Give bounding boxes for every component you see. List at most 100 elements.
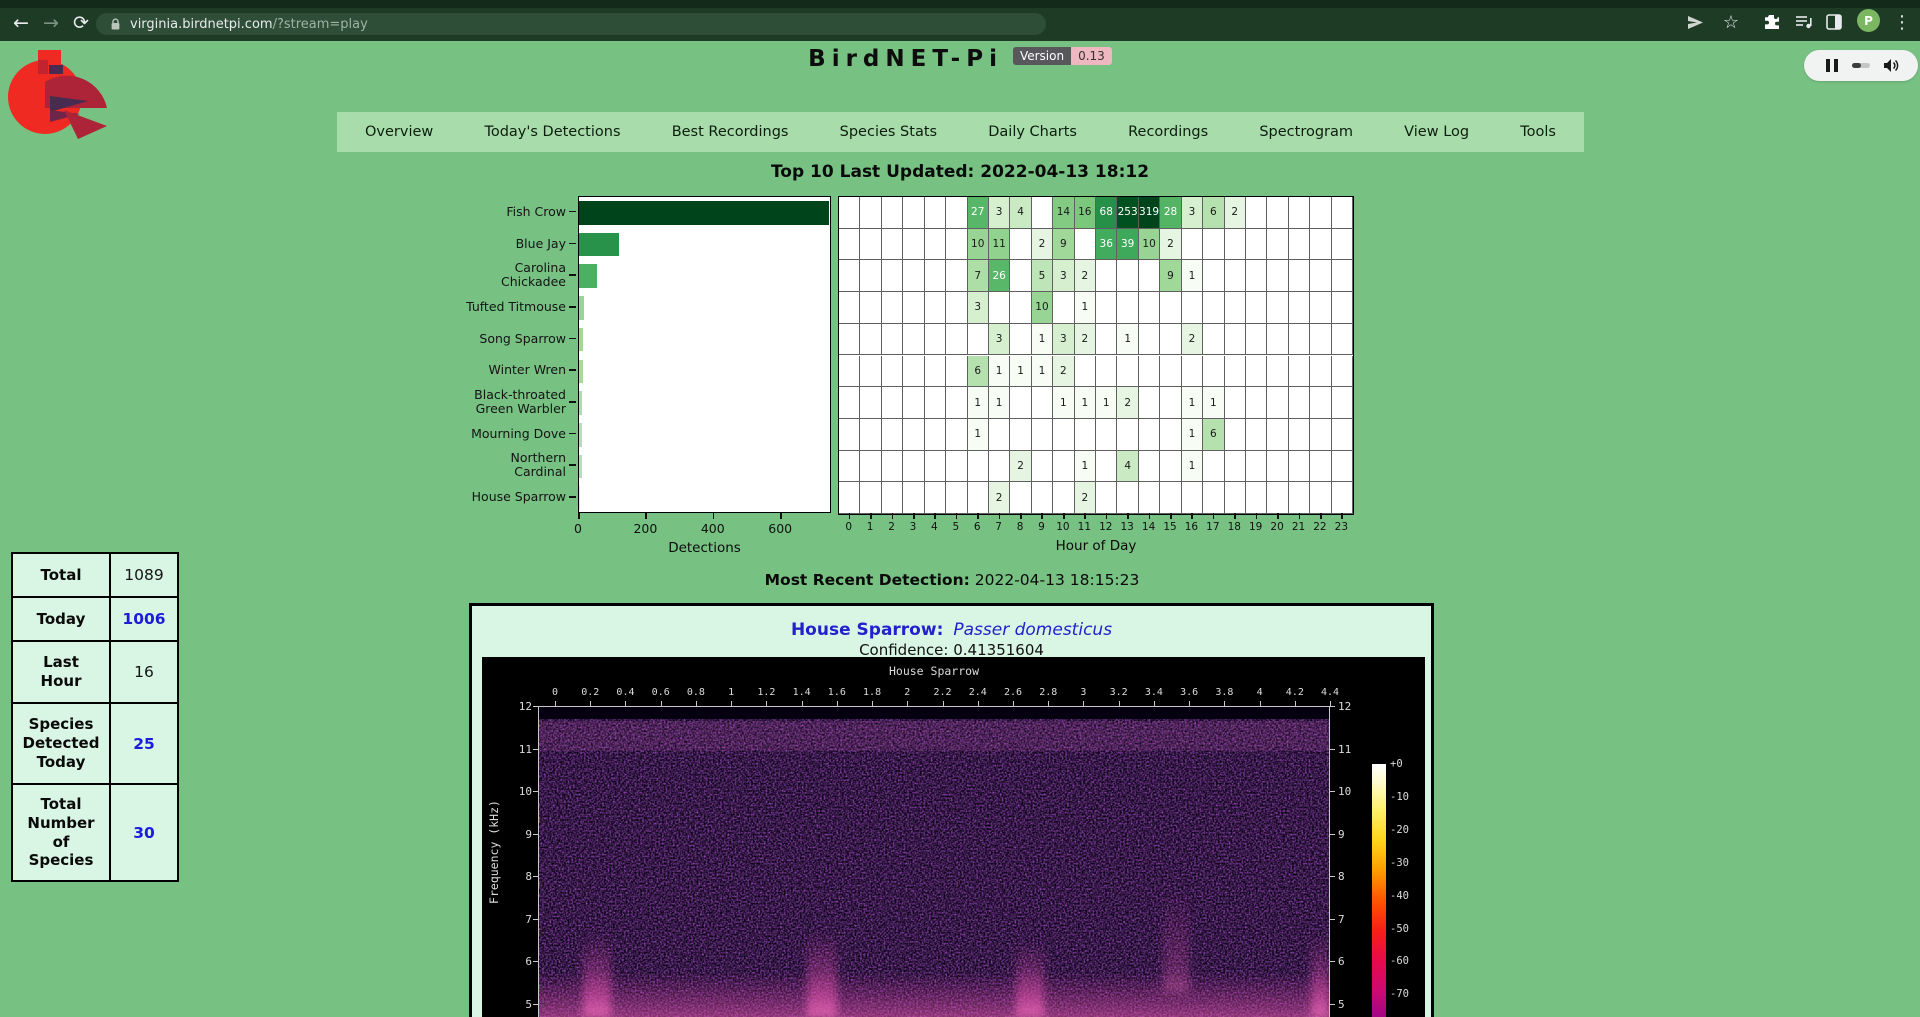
species-label: NorthernCardinal <box>460 451 566 479</box>
spec-time-label: 2.6 <box>996 687 1030 698</box>
browser-forward-button[interactable]: → <box>38 10 64 36</box>
heatmap-cell: 1 <box>1075 292 1096 324</box>
heatmap-cell: 3 <box>989 324 1010 356</box>
heatmap-cell <box>925 482 946 514</box>
spec-time-tick <box>1224 701 1225 706</box>
spec-freq-tick <box>1329 961 1335 962</box>
spec-time-label: 4.2 <box>1278 687 1312 698</box>
stats-value-link[interactable]: 1006 <box>110 597 178 641</box>
heatmap-cell <box>1267 387 1288 419</box>
heatmap-cell: 68 <box>1096 197 1117 229</box>
hour-tick <box>977 513 979 519</box>
nav-item-species-stats[interactable]: Species Stats <box>840 124 937 140</box>
heatmap-cell <box>1096 482 1117 514</box>
spec-freq-label-left: 11 <box>512 743 532 756</box>
browser-menu-icon[interactable]: ⋮ <box>1890 10 1914 34</box>
heatmap-cell: 1 <box>1182 387 1203 419</box>
playlist-icon[interactable] <box>1792 10 1816 34</box>
nav-item-best-recordings[interactable]: Best Recordings <box>672 124 789 140</box>
spec-freq-label-right: 11 <box>1338 743 1351 756</box>
heatmap-cell <box>860 229 881 261</box>
detections-bar <box>579 455 582 479</box>
detections-bar-plot <box>578 196 831 513</box>
bar-xaxis-label: Detections <box>645 540 765 556</box>
nav-item-today-s-detections[interactable]: Today's Detections <box>484 124 620 140</box>
heatmap-cell <box>882 197 903 229</box>
hour-tick <box>892 513 894 519</box>
hour-tick-label: 17 <box>1203 521 1223 533</box>
nav-item-recordings[interactable]: Recordings <box>1128 124 1208 140</box>
heatmap-cell <box>839 229 860 261</box>
heatmap-cell <box>1225 419 1246 451</box>
detections-bar <box>579 296 584 320</box>
heatmap-cell: 11 <box>989 229 1010 261</box>
spec-time-label: 0 <box>538 687 572 698</box>
spec-freq-tick <box>1329 749 1335 750</box>
heatmap-cell: 3 <box>1053 260 1074 292</box>
heatmap-cell <box>903 419 924 451</box>
stats-label: SpeciesDetectedToday <box>12 703 110 784</box>
heatmap-cell: 1 <box>1075 451 1096 483</box>
stats-value-link[interactable]: 25 <box>110 703 178 784</box>
spec-time-tick <box>1048 701 1049 706</box>
hour-tick-label: 7 <box>989 521 1009 533</box>
nav-item-spectrogram[interactable]: Spectrogram <box>1259 124 1353 140</box>
heatmap-cell <box>925 451 946 483</box>
address-bar[interactable]: virginia.birdnetpi.com/?stream=play <box>96 13 1046 35</box>
spec-time-tick <box>1154 701 1155 706</box>
heatmap-cell <box>1332 451 1353 483</box>
heatmap-cell <box>1225 324 1246 356</box>
hour-tick-label: 3 <box>903 521 923 533</box>
heatmap-cell <box>903 292 924 324</box>
heatmap-cell <box>1246 260 1267 292</box>
detections-bar <box>579 233 619 257</box>
hour-tick <box>1020 513 1022 519</box>
stats-row: LastHour16 <box>12 641 178 703</box>
heatmap-cell <box>1310 229 1331 261</box>
detections-bar <box>579 328 583 352</box>
hour-tick-label: 13 <box>1117 521 1137 533</box>
heatmap-cell <box>1289 229 1310 261</box>
hour-tick-label: 4 <box>924 521 944 533</box>
heatmap-cell <box>1332 356 1353 388</box>
hour-tick <box>999 513 1001 519</box>
nav-item-overview[interactable]: Overview <box>365 124 433 140</box>
send-icon[interactable] <box>1683 10 1707 34</box>
extensions-puzzle-icon[interactable] <box>1760 10 1784 34</box>
spectrogram-title: House Sparrow <box>538 664 1330 678</box>
profile-avatar[interactable]: P <box>1857 9 1880 32</box>
bar-x-tick <box>645 513 647 519</box>
browser-reload-button[interactable]: ⟳ <box>68 10 94 36</box>
bookmark-star-icon[interactable]: ☆ <box>1719 10 1743 34</box>
spec-time-tick <box>1083 701 1084 706</box>
heatmap-cell <box>925 387 946 419</box>
browser-back-button[interactable]: ← <box>8 10 34 36</box>
heatmap-cell <box>839 260 860 292</box>
side-panel-icon[interactable] <box>1822 10 1846 34</box>
heatmap-cell: 4 <box>1117 451 1138 483</box>
spec-time-label: 1.2 <box>749 687 783 698</box>
heatmap-cell: 1 <box>1182 419 1203 451</box>
stats-row: Total1089 <box>12 553 178 597</box>
detection-common-name[interactable]: House Sparrow: <box>791 620 943 640</box>
colorbar-tick-label: -50 <box>1390 923 1409 935</box>
nav-item-view-log[interactable]: View Log <box>1404 124 1469 140</box>
page-title: BirdNET-Pi <box>808 46 1003 72</box>
heatmap-cell: 1 <box>989 387 1010 419</box>
nav-item-daily-charts[interactable]: Daily Charts <box>988 124 1077 140</box>
heatmap-cell <box>1310 451 1331 483</box>
hour-tick-label: 16 <box>1181 521 1201 533</box>
hour-tick-label: 23 <box>1331 521 1351 533</box>
nav-item-tools[interactable]: Tools <box>1520 124 1556 140</box>
stats-value-link[interactable]: 30 <box>110 784 178 881</box>
heatmap-cell <box>839 197 860 229</box>
spec-freq-tick <box>533 749 539 750</box>
spec-freq-tick <box>1329 1004 1335 1005</box>
heatmap-cell <box>946 387 967 419</box>
heatmap-cell <box>925 419 946 451</box>
heatmap-cell <box>946 260 967 292</box>
spec-time-tick <box>978 701 979 706</box>
heatmap-cell <box>839 356 860 388</box>
heatmap-cell <box>1032 197 1053 229</box>
hour-tick <box>1256 513 1258 519</box>
